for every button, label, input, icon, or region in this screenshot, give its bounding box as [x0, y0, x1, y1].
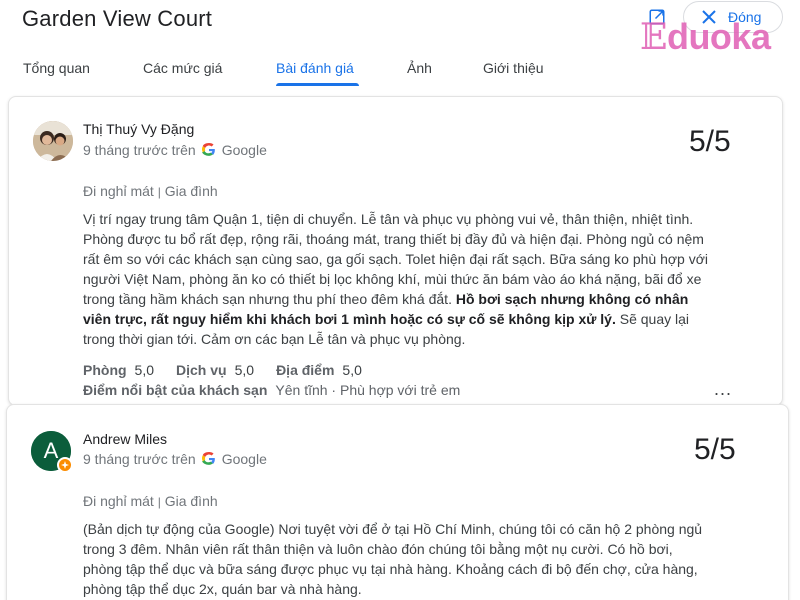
active-tab-indicator	[276, 83, 359, 86]
tab-overview[interactable]: Tổng quan	[23, 60, 90, 76]
google-icon	[201, 452, 215, 465]
highlights-value: Yên tĩnh · Phù hợp với trẻ em	[275, 382, 461, 398]
avatar-photo	[33, 121, 73, 161]
rating-value-service: 5,0	[234, 362, 255, 378]
trip-type: Đi nghỉ mát	[83, 183, 154, 199]
page-title: Garden View Court	[22, 6, 213, 31]
rating-label-service: Dịch vụ	[176, 362, 227, 378]
review-meta: 9 tháng trước trên Google	[83, 142, 267, 158]
review-time: 9 tháng trước trên	[83, 142, 196, 158]
rating-label-room: Phòng	[83, 362, 127, 378]
trip-group: Gia đình	[164, 183, 218, 199]
review-text: (Bản dịch tự động của Google) Nơi tuyệt …	[83, 521, 703, 597]
review-card: A Andrew Miles 9 tháng trước trên Google…	[6, 404, 789, 600]
trip-separator: |	[157, 495, 161, 509]
more-options-button[interactable]: ...	[714, 379, 732, 400]
trip-group: Gia đình	[164, 493, 218, 509]
review-card: Thị Thuý Vy Đặng 9 tháng trước trên Goog…	[8, 96, 783, 406]
hotel-reviews-panel: Garden View Court Đóng 𝔼duoka Tổng quan …	[0, 0, 800, 600]
tab-prices[interactable]: Các mức giá	[143, 60, 222, 76]
trip-type: Đi nghỉ mát	[83, 493, 154, 509]
review-author[interactable]: Thị Thuý Vy Đặng	[83, 121, 194, 137]
highlights-label: Điểm nổi bật của khách sạn	[83, 382, 268, 398]
review-text: Vị trí ngay trung tâm Quận 1, tiện di ch…	[83, 209, 713, 349]
trip-info: Đi nghỉ mát | Gia đình	[83, 183, 218, 199]
review-source: Google	[221, 451, 267, 467]
trip-info: Đi nghỉ mát | Gia đình	[83, 493, 218, 509]
tab-reviews[interactable]: Bài đánh giá	[276, 60, 354, 76]
rating-value-location: 5,0	[342, 362, 362, 378]
review-meta: 9 tháng trước trên Google	[83, 451, 267, 467]
rating-value-room: 5,0	[134, 362, 155, 378]
review-score: 5/5	[689, 125, 731, 158]
category-ratings: Phòng 5,0 Dịch vụ 5,0 Địa điểm 5,0	[83, 362, 376, 378]
google-icon	[201, 143, 215, 156]
rating-label-location: Địa điểm	[276, 362, 335, 378]
tab-photos[interactable]: Ảnh	[407, 60, 432, 76]
avatar[interactable]	[33, 121, 73, 161]
tab-bar: Tổng quan Các mức giá Bài đánh giá Ảnh G…	[0, 52, 800, 92]
trip-separator: |	[157, 185, 161, 199]
tab-about[interactable]: Giới thiệu	[483, 60, 544, 76]
hotel-highlights: Điểm nổi bật của khách sạn Yên tĩnh · Phù…	[83, 382, 460, 398]
review-time: 9 tháng trước trên	[83, 451, 196, 467]
review-source: Google	[221, 142, 267, 158]
review-author[interactable]: Andrew Miles	[83, 431, 167, 447]
avatar[interactable]: A	[31, 431, 73, 473]
review-score: 5/5	[694, 433, 736, 466]
local-guide-badge-icon	[57, 457, 73, 473]
